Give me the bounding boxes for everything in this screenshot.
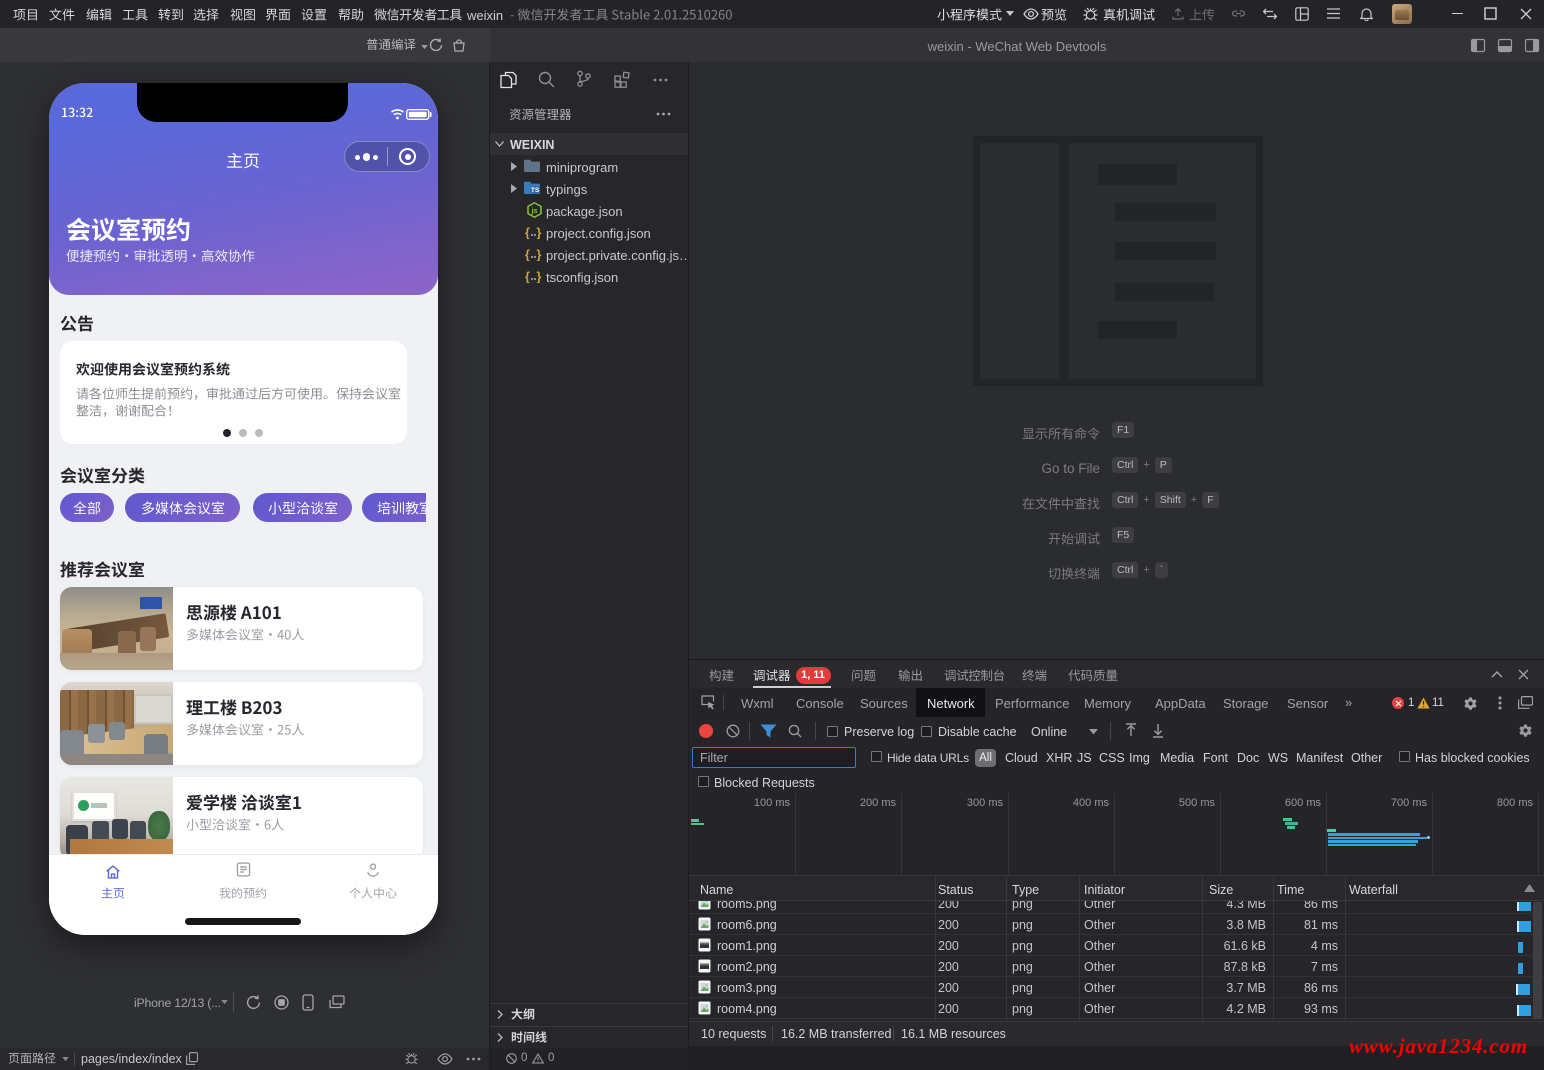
svg-text:TS: TS [531,187,540,194]
svg-text:{: { [525,248,530,261]
svg-text:{: { [525,270,530,283]
svg-text:}: } [537,270,542,283]
svg-text:{: { [525,226,530,239]
svg-text:}: } [537,248,542,261]
svg-text:js: js [531,208,538,215]
svg-text:}: } [537,226,542,239]
